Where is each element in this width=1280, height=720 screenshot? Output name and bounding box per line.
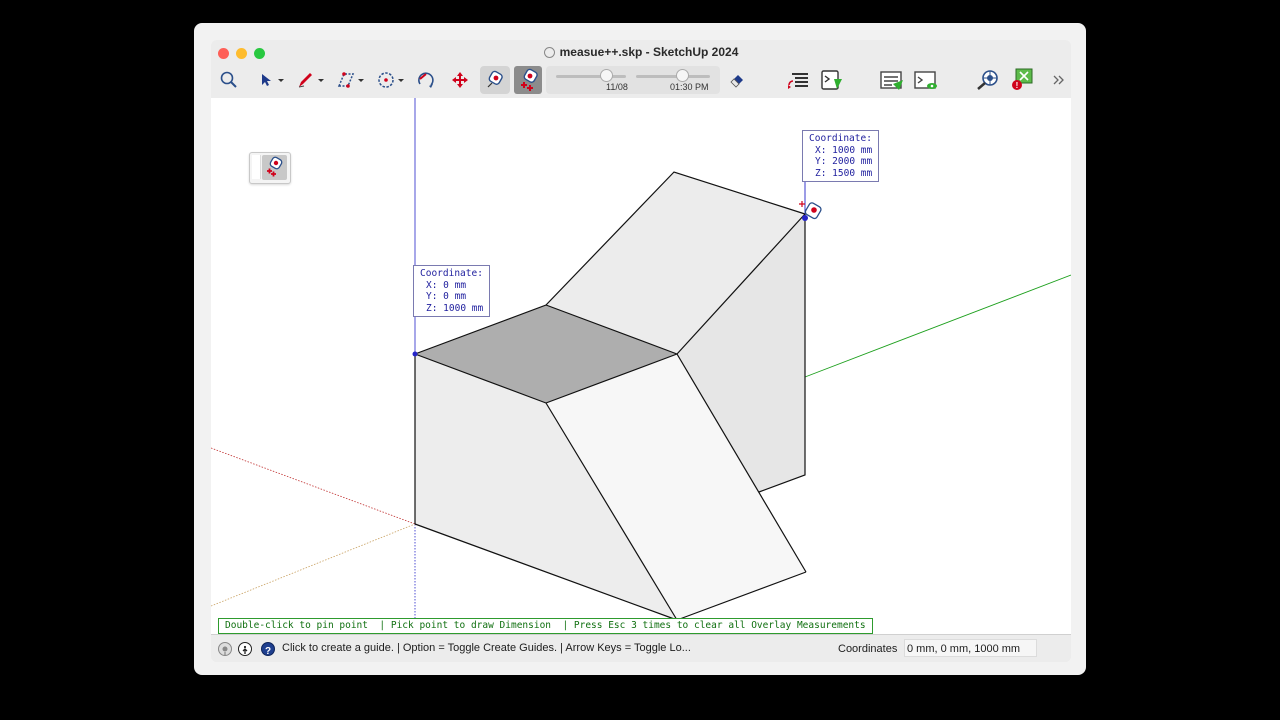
- info-icon[interactable]: [238, 642, 252, 656]
- view-console-icon[interactable]: [912, 66, 940, 94]
- maximize-window-button[interactable]: [254, 48, 265, 59]
- coordinate-box-left: Coordinate: X: 0 mm Y: 0 mm Z: 1000 mm: [413, 265, 491, 318]
- tool-hint-bar: Double-click to pin point | Pick point t…: [218, 618, 873, 634]
- list-refresh-icon[interactable]: [784, 66, 814, 94]
- minimize-window-button[interactable]: [236, 48, 247, 59]
- shadow-date-label: 11/08: [606, 82, 628, 92]
- shadow-time-slider-knob[interactable]: [675, 69, 689, 82]
- coordinate-y: Y: 2000 mm: [815, 156, 873, 168]
- pinned-point-top: [802, 215, 808, 221]
- shadow-date-slider-knob[interactable]: [600, 69, 614, 82]
- floating-tool-panel[interactable]: [249, 152, 291, 184]
- close-window-button[interactable]: [218, 48, 229, 59]
- red-axis-dotted: [211, 447, 416, 525]
- move-icon[interactable]: [448, 66, 472, 94]
- measure-plus-icon[interactable]: [262, 155, 287, 180]
- ruby-console-icon[interactable]: [819, 66, 845, 94]
- main-toolbar: 11/08 01:30 PM !: [211, 64, 1071, 98]
- coordinate-box-top: Coordinate: X: 1000 mm Y: 2000 mm Z: 1500 m…: [802, 130, 880, 183]
- status-message: Click to create a guide. | Option = Togg…: [282, 642, 691, 654]
- shadow-date-slider-track[interactable]: [556, 75, 626, 78]
- measure-plus-icon[interactable]: [514, 66, 542, 94]
- coordinate-x: X: 1000 mm: [815, 144, 873, 156]
- eraser-icon[interactable]: [725, 66, 749, 94]
- coordinate-z: Z: 1500 mm: [815, 167, 873, 179]
- model-viewport[interactable]: Coordinate: X: 1000 mm Y: 2000 mm Z: 1500 m…: [211, 98, 1071, 634]
- coordinate-z: Z: 1000 mm: [426, 302, 484, 314]
- help-icon[interactable]: ?: [261, 642, 275, 657]
- pencil-icon[interactable]: [293, 66, 327, 94]
- select-arrow-icon[interactable]: [253, 66, 287, 94]
- model-scene[interactable]: [211, 98, 1071, 634]
- circle-icon[interactable]: [373, 66, 407, 94]
- pinned-point-left: [412, 351, 418, 357]
- search-icon[interactable]: [217, 66, 241, 94]
- rotate-icon[interactable]: [414, 66, 438, 94]
- measure-point-icon[interactable]: [480, 66, 510, 94]
- rectangle-icon[interactable]: [333, 66, 367, 94]
- report-icon[interactable]: [878, 66, 906, 94]
- status-bar: ? Click to create a guide. | Option = To…: [211, 634, 1071, 662]
- coordinate-y: Y: 0 mm: [426, 291, 467, 303]
- svg-text:?: ?: [265, 646, 271, 656]
- measurements-label: Coordinates: [838, 643, 898, 655]
- shadow-settings-sliders: 11/08 01:30 PM: [546, 66, 720, 94]
- title-bar: measue++.skp - SketchUp 2024: [211, 40, 1071, 64]
- location-pin-icon[interactable]: [218, 642, 232, 656]
- document-icon: [543, 46, 555, 58]
- green-axis-solid: [804, 274, 1071, 378]
- svg-text:!: !: [1016, 81, 1019, 90]
- green-axis-dotted: [211, 523, 416, 607]
- plus-marker: [799, 201, 805, 207]
- shadow-time-label: 01:30 PM: [670, 82, 709, 92]
- coordinate-title: Coordinate:: [809, 133, 872, 144]
- inspect-icon[interactable]: [974, 66, 1002, 94]
- warning-board-icon[interactable]: !: [1007, 66, 1037, 94]
- measurements-input[interactable]: 0 mm, 0 mm, 1000 mm: [904, 639, 1037, 657]
- shadow-time-slider-track[interactable]: [636, 75, 710, 78]
- panel-grip[interactable]: [252, 155, 261, 179]
- window-title: measue++.skp - SketchUp 2024: [559, 45, 739, 59]
- more-chevron-icon[interactable]: [1051, 66, 1067, 94]
- sketchup-window: measue++.skp - SketchUp 2024 11/08 01:30…: [211, 40, 1071, 662]
- coordinate-x: X: 0 mm: [426, 279, 467, 291]
- coordinate-title: Coordinate:: [420, 268, 483, 279]
